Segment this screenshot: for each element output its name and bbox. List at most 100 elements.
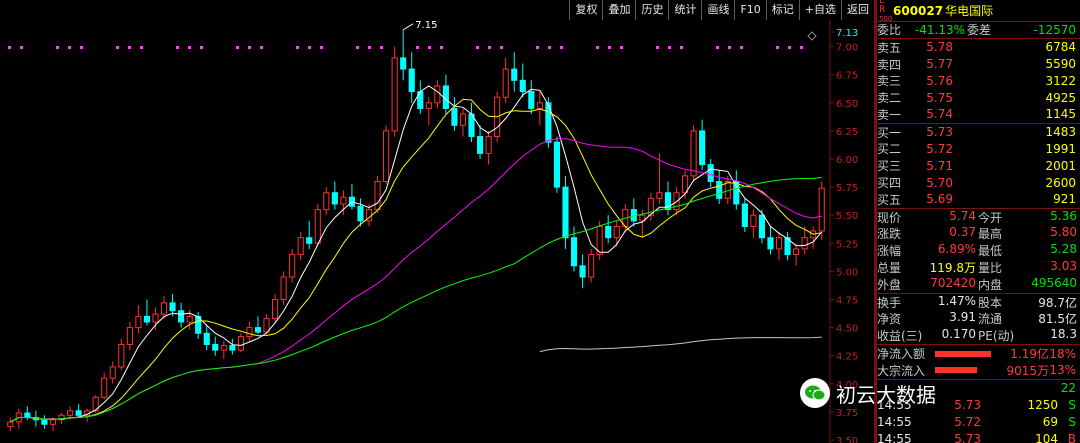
stat-right: 最高 5.80	[978, 225, 1079, 242]
candle-down	[203, 332, 210, 345]
event-marker-dot	[380, 46, 383, 49]
kline-chart-area[interactable]: 7.13 7.00 6.75 6.50 6.25 6.00 5.75 5.50 5.25 5.00…	[0, 20, 874, 443]
level-volume: 1483	[1045, 125, 1076, 140]
stat-left: 总量 119.8万	[877, 259, 978, 276]
stat-value: 5.28	[1050, 242, 1077, 257]
event-marker-dot	[440, 46, 443, 49]
fund-right: 流通 81.5亿	[978, 310, 1079, 327]
candle-up	[272, 299, 279, 320]
stat-key: 涨跌	[877, 227, 902, 242]
capital-flows: 净流入额 1.19亿 18% 大宗流入 9015万 13%	[877, 345, 1080, 380]
fund-left: 净资 3.91	[877, 310, 978, 327]
quote-panel: L R 500 600027 华电国际 委比 -41.13% 委差 -12570…	[877, 0, 1080, 443]
event-marker-dot	[20, 46, 23, 49]
level-volume: 6784	[1045, 40, 1076, 55]
level-price: 5.75	[926, 90, 953, 105]
event-marker-dot	[236, 46, 239, 49]
candle-down	[605, 225, 612, 239]
flow-row: 净流入额 1.19亿 18%	[877, 345, 1080, 362]
toolbar-button-6[interactable]: 标记	[765, 0, 799, 20]
flow-row: 大宗流入 9015万 13%	[877, 362, 1080, 379]
y-tick-label: 3.50	[836, 436, 858, 443]
event-marker-dot	[536, 46, 539, 49]
event-marker-dot	[416, 46, 419, 49]
stock-code: 600027	[893, 3, 944, 18]
stat-value: 702420	[930, 275, 976, 290]
flow-pct: 18%	[1049, 346, 1076, 361]
candle-up	[459, 113, 467, 126]
stat-value: 3.03	[1050, 259, 1077, 274]
fundamentals: 换手 1.47% 股本 98.7亿 净资 3.91 流通 81.5亿 收益(三) 0.170 PE(…	[877, 294, 1080, 346]
watermark-text: 初云大数据	[836, 382, 936, 407]
tick-row: 14:55 5.73 104 B	[877, 430, 1080, 443]
candle-down	[553, 141, 560, 188]
toolbar-button-3[interactable]: 统计	[668, 0, 701, 20]
watermark: 初云大数据	[800, 378, 936, 408]
ask-row: 卖五 5.78 6784	[877, 39, 1080, 56]
toolbar-button-4[interactable]: 画线	[701, 0, 734, 20]
lr-top: L R	[879, 0, 886, 15]
stat-value: 0.37	[949, 225, 976, 240]
toolbar-button-1[interactable]: 叠加	[602, 0, 635, 20]
fund-value: 0.170	[941, 327, 976, 342]
event-marker-dot	[668, 46, 671, 49]
stat-key: 现价	[877, 210, 902, 225]
event-marker-dot	[80, 46, 83, 49]
stat-row: 涨幅 6.89% 最低 5.28	[877, 242, 1080, 259]
toolbar-button-2[interactable]: 历史	[635, 0, 668, 20]
event-marker-dot	[56, 46, 59, 49]
stat-right: 最低 5.28	[978, 242, 1079, 259]
event-marker-dot	[248, 46, 251, 49]
y-tick-label: 3.75	[836, 408, 858, 419]
candlestick-chart[interactable]: 7.13 7.00 6.75 6.50 6.25 6.00 5.75 5.50 5.25 5.00…	[0, 20, 874, 443]
tick-time: 14:55	[877, 431, 912, 443]
toolbar-button-8[interactable]: 返回	[841, 0, 874, 20]
level-price: 5.77	[926, 56, 953, 71]
candle-down	[41, 419, 48, 425]
stat-value: 119.8万	[929, 261, 976, 276]
candle-down	[477, 136, 484, 154]
weibi-row: 委比 -41.13% 委差 -12570	[877, 22, 1080, 39]
bid-book: 买一 5.73 1483 买二 5.72 1991 买三 5.71 2001 买四 5.70 2600…	[877, 124, 1080, 209]
stat-value: 5.36	[1050, 208, 1077, 223]
price-stats: 现价 5.74 今开 5.36 涨跌 0.37 最高 5.80 涨幅 6.89% 最低 5.28 总量 1…	[877, 209, 1080, 294]
candle-down	[306, 237, 313, 244]
candle-up	[434, 85, 441, 104]
candle-up	[323, 192, 330, 211]
flow-bar	[935, 367, 977, 374]
flow-bar-track	[935, 350, 1005, 357]
stat-left: 涨幅 6.89%	[877, 242, 978, 259]
fund-key: 流通	[978, 312, 1003, 327]
weicha-label: 委差	[967, 23, 992, 38]
y-tick-label: 5.50	[836, 211, 858, 222]
toolbar-button-5[interactable]: F10	[734, 0, 765, 20]
tick-side: S	[1068, 397, 1076, 412]
event-marker-dot	[8, 46, 11, 49]
high-pointer	[402, 23, 414, 31]
event-marker-dot	[116, 46, 119, 49]
candle-down	[24, 412, 31, 419]
event-marker-dot	[260, 46, 263, 49]
event-marker-dot	[596, 46, 599, 49]
stat-row: 现价 5.74 今开 5.36	[877, 209, 1080, 226]
candle-down	[357, 205, 364, 222]
fund-right: 股本 98.7亿	[978, 294, 1079, 311]
y-tick-label: 6.50	[836, 99, 858, 110]
event-marker-dot	[740, 46, 743, 49]
level-label: 买三	[877, 159, 902, 174]
tick-side: S	[1068, 414, 1076, 429]
candle-down	[75, 410, 82, 416]
toolbar-button-7[interactable]: +自选	[798, 0, 841, 20]
candle-down	[400, 57, 407, 70]
candle-down	[169, 302, 176, 312]
lr-indicator: L R 500	[879, 0, 893, 24]
tick-price: 5.73	[954, 431, 981, 443]
tick-volume: 104	[1035, 431, 1058, 443]
toolbar-button-0[interactable]: 复权	[569, 0, 602, 20]
chart-toolbar: 复权 叠加 历史 统计 画线 F10 标记 +自选 返回	[0, 0, 874, 20]
bid-row: 买一 5.73 1483	[877, 124, 1080, 141]
candle-down	[143, 315, 150, 323]
tick-side: 22	[1060, 381, 1076, 396]
level-label: 买一	[877, 125, 902, 140]
stat-row: 涨跌 0.37 最高 5.80	[877, 225, 1080, 243]
